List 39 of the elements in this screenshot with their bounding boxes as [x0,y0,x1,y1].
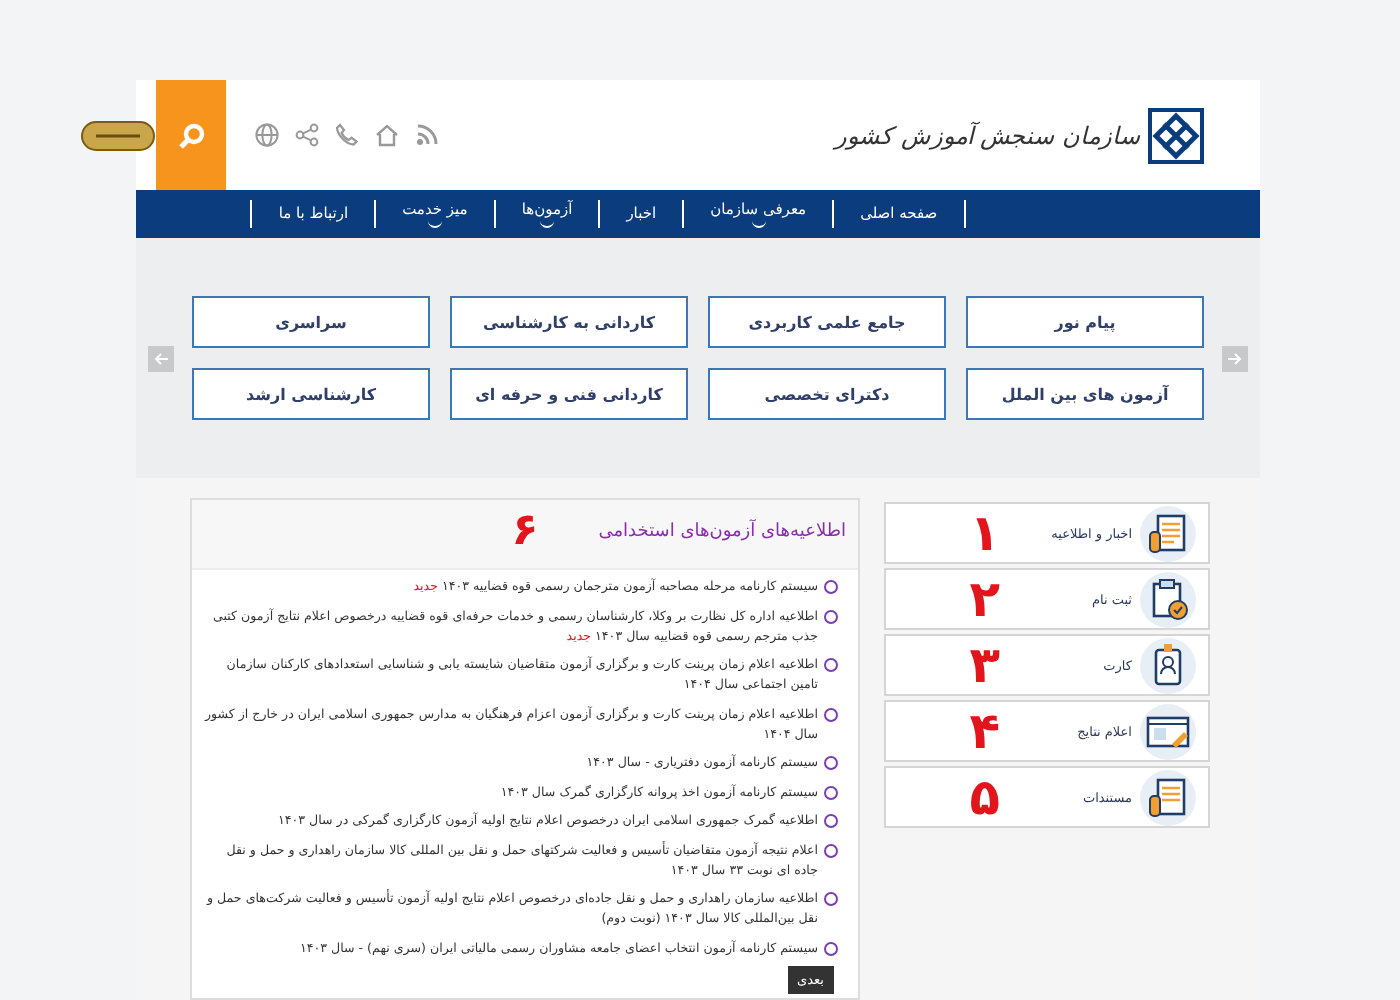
left-arrow-icon [154,351,168,365]
search-icon [177,121,205,149]
prev-arrow-button[interactable] [148,345,174,371]
exam-category-button[interactable]: کارشناسی ارشد [192,368,430,420]
bullet-icon [824,707,838,721]
rss-icon[interactable] [414,122,440,148]
panel-title: اطلاعیه‌های آزمون‌های استخدامی [598,522,846,542]
annotation-number: ۳ [969,640,1000,690]
home-icon[interactable] [374,122,400,148]
exam-category-button[interactable]: پیام نور [966,296,1204,348]
next-arrow-button[interactable] [1222,345,1248,371]
exam-category-button[interactable]: کاردانی فنی و حرفه ای [450,368,688,420]
share-icon[interactable] [294,122,320,148]
bullet-icon [824,609,838,623]
exam-category-button[interactable]: جامع علمی کاربردی [708,296,946,348]
phone-icon[interactable] [334,122,360,148]
annotation-number: ۵ [969,772,1000,822]
bullet-icon [824,785,838,799]
search-button[interactable] [156,80,226,190]
exam-category-button[interactable]: دکترای تخصصی [708,368,946,420]
annotation-number: ۴ [969,706,1000,756]
bullet-icon [824,658,838,672]
bullet-icon [824,756,838,770]
bullet-icon [824,892,838,906]
annotation-number: ۶ [511,512,539,552]
bullet-icon [824,580,838,594]
logo-text: سازمان سنجش آموزش کشور [835,121,1140,149]
annotation-number: ۲ [969,574,1000,624]
annotation-number: ۱ [969,508,1000,558]
right-arrow-icon [1228,351,1242,365]
bullet-icon [824,843,838,857]
exam-category-button[interactable]: سراسری [192,296,430,348]
bullet-icon [824,941,838,955]
bullet-icon [824,814,838,828]
exam-category-button[interactable]: آزمون های بین الملل [966,368,1204,420]
banner-icon [80,119,156,151]
globe-icon[interactable] [254,122,280,148]
exam-category-button[interactable]: کاردانی به کارشناسی [450,296,688,348]
logo-icon [1148,107,1204,163]
